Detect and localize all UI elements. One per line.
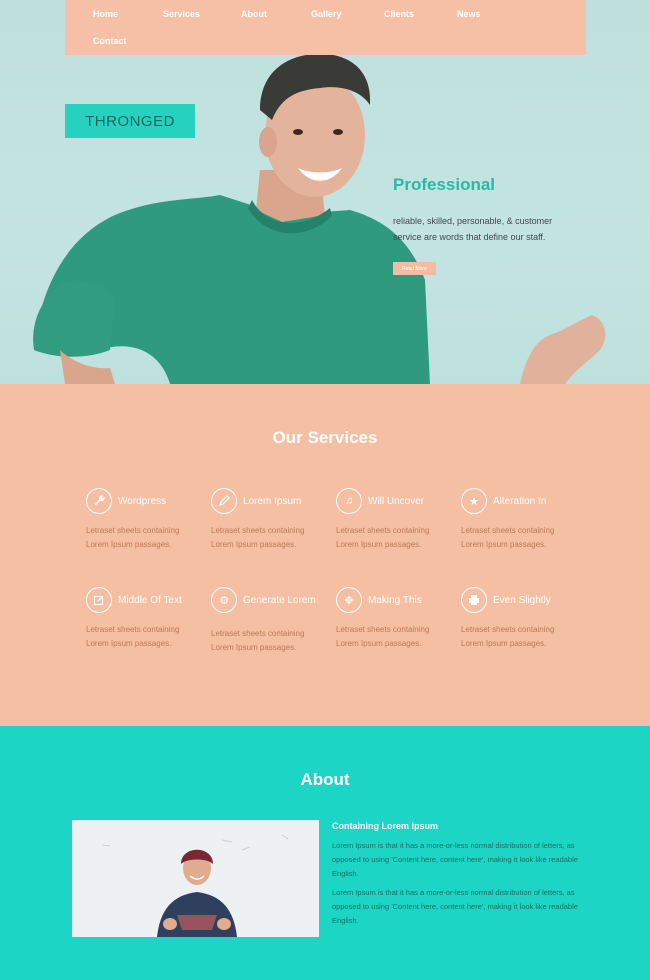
services-title: Our Services [272, 428, 378, 447]
service-desc-line1: Letraset sheets containing [336, 526, 430, 535]
service-desc-line2: Lorem Ipsum passages. [86, 540, 172, 549]
edit-icon [86, 587, 112, 613]
about-subtitle: Containing Lorem Ipsum [332, 821, 439, 831]
service-name: Even Slightly [493, 595, 551, 606]
service-desc-line1: Letraset sheets containing [461, 625, 555, 634]
service-name: Lorem Ipsum [243, 496, 302, 507]
music-note-icon: ♫ [336, 488, 362, 514]
about-paragraph-2: Lorem Ipsum is that it has a more-or-les… [332, 888, 578, 925]
service-desc-line1: Letraset sheets containing [461, 526, 555, 535]
about-title: About [300, 770, 350, 789]
nav-services[interactable]: Services [163, 9, 200, 19]
pencil-icon [211, 488, 237, 514]
top-nav: Home Services About Gallery Clients News… [65, 0, 586, 55]
read-more-button[interactable]: Read More [393, 262, 436, 275]
star-icon: ★ [461, 488, 487, 514]
nav-contact[interactable]: Contact [93, 36, 127, 46]
services-section: Our Services Wordpress Letraset sheets c… [0, 384, 650, 726]
nav-home[interactable]: Home [93, 9, 118, 19]
service-desc-line1: Letraset sheets containing [86, 625, 180, 634]
hero-section: Home Services About Gallery Clients News… [0, 0, 650, 384]
service-name: Will Uncover [368, 496, 425, 507]
hero-text: reliable, skilled, personable, & custome… [393, 216, 553, 242]
nav-about[interactable]: About [241, 9, 267, 19]
service-desc-line2: Lorem Ipsum passages. [211, 643, 297, 652]
wrench-icon [86, 488, 112, 514]
service-desc-line2: Lorem Ipsum passages. [86, 639, 172, 648]
nav-news[interactable]: News [457, 9, 481, 19]
about-person-image [72, 820, 319, 937]
nav-gallery[interactable]: Gallery [311, 9, 342, 19]
service-desc-line1: Letraset sheets containing [86, 526, 180, 535]
site-logo[interactable]: THRONGED [65, 104, 195, 138]
service-desc-line1: Letraset sheets containing [211, 526, 305, 535]
hero-title: Professional [393, 175, 496, 194]
nav-clients[interactable]: Clients [384, 9, 414, 19]
about-photo [72, 820, 319, 937]
printer-icon [461, 587, 487, 613]
service-desc-line2: Lorem Ipsum passages. [461, 540, 547, 549]
service-name: Wordpress [118, 496, 167, 507]
service-desc-line1: Letraset sheets containing [336, 625, 430, 634]
service-desc-line2: Lorem Ipsum passages. [211, 540, 297, 549]
gear-icon: ⚙ [211, 587, 237, 613]
service-desc-line1: Letraset sheets containing [211, 629, 305, 638]
service-name: Generate Lorem [243, 595, 316, 606]
service-desc-line2: Lorem Ipsum passages. [336, 639, 422, 648]
service-desc-line2: Lorem Ipsum passages. [461, 639, 547, 648]
service-desc-line2: Lorem Ipsum passages. [336, 540, 422, 549]
about-paragraph-1: Lorem Ipsum is that it has a more-or-les… [332, 841, 578, 878]
about-section: About Containing Lorem Ipsum Lorem Ipsum… [0, 726, 650, 980]
service-name: Making This [368, 595, 422, 606]
move-icon: ✥ [336, 587, 362, 613]
service-name: Alteration In [493, 496, 547, 507]
service-name: Middle Of Text [118, 595, 182, 606]
